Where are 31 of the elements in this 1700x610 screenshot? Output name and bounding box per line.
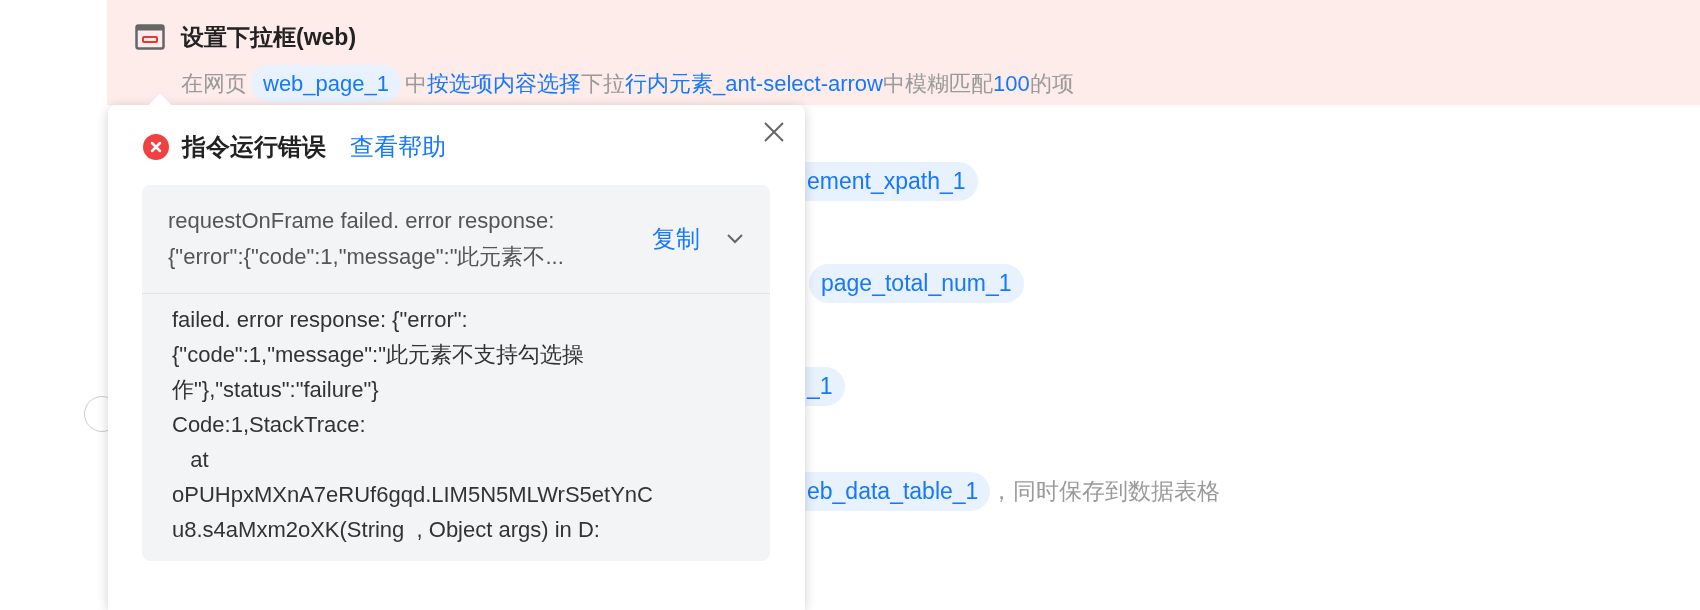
description-text: 中: [405, 69, 427, 98]
error-detail-line: {"code":1,"message":"此元素不支持勾选操: [172, 341, 585, 369]
chevron-icon[interactable]: [726, 233, 744, 245]
parameter-link[interactable]: 行内元素_ant-select-arrow: [625, 66, 883, 100]
description-text: 的项: [1029, 69, 1074, 98]
error-detail-line: u8.s4aMxm2oXK(String , Object args) in D:: [172, 516, 601, 544]
browser-window-icon: [135, 24, 165, 50]
error-detail-line: at: [189, 446, 210, 474]
help-link[interactable]: 查看帮助: [350, 129, 446, 165]
error-detail-line: oPUHpxMXnA7eRUf6gqd.LIM5N5MLWrS5etYnC: [172, 481, 654, 509]
error-icon: [142, 133, 170, 161]
variable-chip[interactable]: ement_xpath_1: [805, 162, 978, 201]
error-detail-line: failed. error response: {"error":: [172, 306, 469, 334]
parameter-link[interactable]: 100: [992, 66, 1030, 100]
variable-chip[interactable]: page_total_num_1: [809, 264, 1024, 303]
description-text: 在网页: [181, 69, 247, 98]
error-summary: {"error":{"code":1,"message":"此元素不...: [168, 243, 565, 271]
copy-button[interactable]: 复制: [652, 221, 700, 257]
variable-chip[interactable]: _1: [805, 367, 845, 406]
error-detail-line: 作"},"status":"failure"}: [172, 376, 380, 404]
parameter-link[interactable]: 按选项内容选择: [427, 66, 581, 100]
variable-chip[interactable]: eb_data_table_1: [805, 472, 991, 511]
description-text: 下拉: [581, 69, 625, 98]
error-summary: requestOnFrame failed. error response:: [168, 207, 556, 235]
variable-chip[interactable]: web_page_1: [251, 64, 401, 102]
close-icon[interactable]: [763, 121, 785, 143]
description-text: ，同时保存到数据表格: [990, 477, 1221, 506]
description-text: 中模糊匹配: [882, 69, 993, 98]
step-title: 设置下拉框(web): [181, 23, 358, 52]
error-title: 指令运行错误: [182, 132, 326, 162]
error-detail-line: Code:1,StackTrace:: [172, 411, 367, 439]
